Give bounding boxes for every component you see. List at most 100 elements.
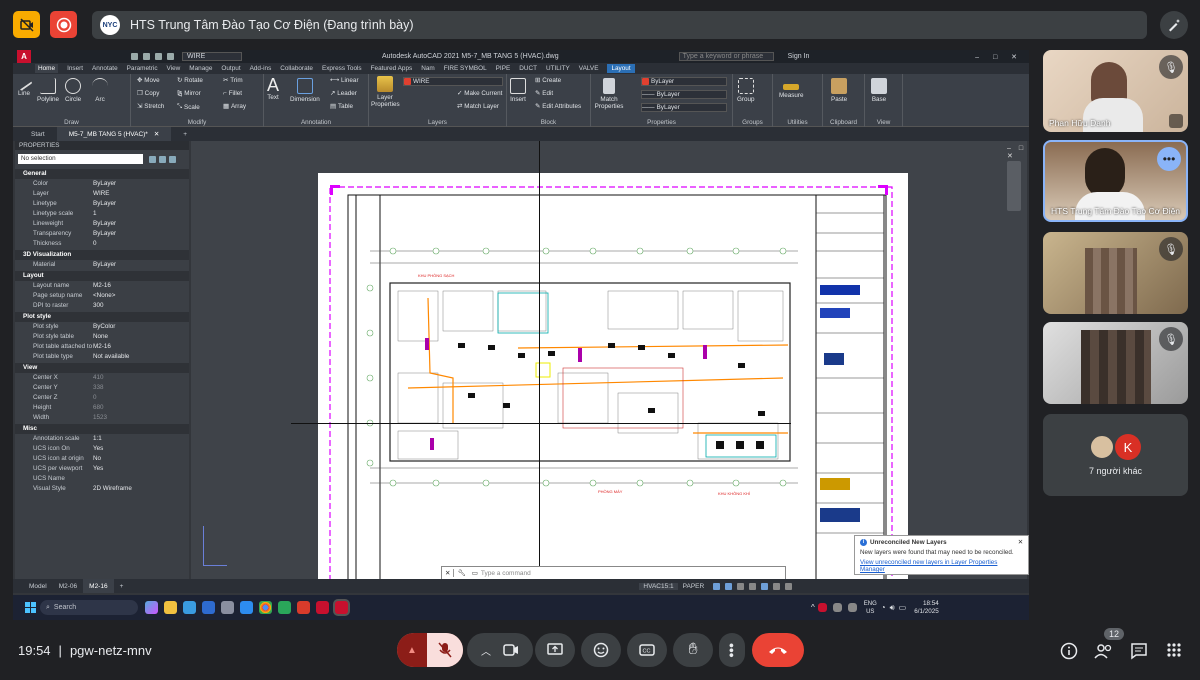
dimension-tool[interactable]: Dimension	[290, 78, 320, 103]
leave-call-button[interactable]	[752, 633, 804, 667]
tab-annotate[interactable]: Annotate	[92, 65, 118, 72]
match-properties-tool[interactable]: Match Properties	[594, 78, 624, 110]
tab-layout[interactable]: Layout	[607, 64, 635, 73]
lineweight-icon[interactable]	[761, 582, 769, 590]
property-row[interactable]: Center X 410	[15, 373, 189, 383]
property-row[interactable]: Plot table type Not available	[15, 352, 189, 362]
participant-tile[interactable]: ••• HTS Trung Tâm Đào Tạo Cơ Điện	[1043, 140, 1188, 222]
tab-express-tools[interactable]: Express Tools	[322, 65, 362, 72]
mirror-tool[interactable]: ⧎ Mirror	[177, 90, 201, 97]
edit-attributes-tool[interactable]: ✎ Edit Attributes	[535, 103, 581, 110]
add-layout-button[interactable]: +	[114, 579, 130, 593]
leader-tool[interactable]: ↗ Leader	[330, 90, 357, 97]
wrench-icon[interactable]: 🔧︎	[454, 569, 468, 577]
insert-tool[interactable]: Insert	[510, 78, 526, 103]
array-tool[interactable]: ▦ Array	[223, 103, 246, 110]
windows-start-icon[interactable]	[25, 602, 36, 613]
sign-in-link[interactable]: Sign In	[788, 53, 810, 60]
chevron-up-icon[interactable]: ︿	[481, 643, 491, 658]
copilot-icon[interactable]	[145, 601, 158, 614]
snap-icon[interactable]	[713, 582, 721, 590]
copy-tool[interactable]: ❐ Copy	[137, 90, 159, 97]
command-input[interactable]: Type a command	[481, 570, 531, 577]
property-row[interactable]: Color ByLayer	[15, 179, 189, 189]
layer-quick-dropdown[interactable]: WIRE	[182, 52, 242, 61]
tab-view[interactable]: View	[167, 65, 181, 72]
show-hidden-icons[interactable]: ^	[811, 603, 815, 612]
language-indicator[interactable]: ENG US	[864, 600, 877, 616]
text-tool[interactable]: A Text	[267, 76, 279, 101]
tab-output[interactable]: Output	[221, 65, 240, 72]
property-row[interactable]: Material ByLayer	[15, 260, 189, 270]
property-row[interactable]: Width 1523	[15, 413, 189, 423]
line-tool[interactable]: Line	[15, 74, 33, 97]
property-row[interactable]: Transparency ByLayer	[15, 229, 189, 239]
close-command-icon[interactable]: ✕	[442, 569, 455, 577]
autocad-logo-icon[interactable]: A	[17, 50, 31, 63]
tab-add-ins[interactable]: Add-ins	[250, 65, 272, 72]
tray-icon[interactable]	[832, 603, 842, 612]
captions-button[interactable]: CC	[627, 633, 667, 667]
annotation-scale[interactable]: HVAC15:1	[639, 582, 678, 590]
layout-tab-m2-06[interactable]: M2-06	[53, 579, 83, 593]
present-button[interactable]	[535, 633, 575, 667]
property-section-header[interactable]: Plot style	[15, 312, 189, 322]
tab-manage[interactable]: Manage	[189, 65, 212, 72]
new-tab-button[interactable]: +	[171, 127, 199, 141]
property-row[interactable]: Linetype scale 1	[15, 209, 189, 219]
drawing-tab[interactable]: M5-7_MB TANG 5 (HVAC)* ✕	[56, 127, 172, 141]
tray-app-icon[interactable]	[817, 603, 827, 612]
tab-pipe[interactable]: PIPE	[496, 65, 511, 72]
file-explorer-icon[interactable]	[164, 601, 177, 614]
make-current-tool[interactable]: ✓ Make Current	[457, 90, 502, 97]
customize-icon[interactable]	[785, 582, 793, 590]
property-row[interactable]: Plot table attached to M2-16	[15, 342, 189, 352]
stretch-tool[interactable]: ⇲ Stretch	[137, 103, 164, 110]
autocad-taskbar-icon[interactable]	[335, 601, 348, 614]
app-icon[interactable]	[221, 601, 234, 614]
workspace-icon[interactable]	[773, 582, 781, 590]
property-row[interactable]: Center Y 338	[15, 383, 189, 393]
annotate-button[interactable]	[1160, 11, 1188, 39]
mic-off-button[interactable]	[427, 633, 463, 667]
select-objects-icon[interactable]	[159, 155, 166, 163]
linetype-dropdown[interactable]: —— ByLayer	[641, 90, 727, 99]
people-button[interactable]: 12	[1094, 628, 1125, 665]
chevron-up-icon[interactable]: ▲	[397, 633, 427, 667]
others-tile[interactable]: K 7 người khác	[1043, 414, 1188, 496]
chrome-icon[interactable]	[259, 601, 272, 614]
tab-nam[interactable]: Nam	[421, 65, 435, 72]
quick-select-icon[interactable]	[169, 155, 176, 163]
participant-tile[interactable]: 🎙︎	[1043, 232, 1188, 314]
polyline-tool[interactable]: Polyline	[37, 78, 59, 103]
circle-tool[interactable]: Circle	[65, 78, 81, 103]
trim-tool[interactable]: ✂ Trim	[223, 77, 243, 84]
viewport-controls[interactable]: – □ ✕	[1007, 145, 1027, 160]
meeting-details-button[interactable]	[1060, 642, 1078, 665]
more-options-button[interactable]: •••	[719, 633, 745, 667]
tab-duct[interactable]: DUCT	[519, 65, 537, 72]
record-button[interactable]	[50, 11, 77, 38]
polar-icon[interactable]	[737, 582, 745, 590]
edit-tool[interactable]: ✎ Edit	[535, 90, 553, 97]
camera-off-button[interactable]	[13, 11, 40, 38]
chat-button[interactable]	[1130, 642, 1148, 665]
tab-home[interactable]: Home	[35, 64, 59, 73]
paste-tool[interactable]: Paste	[831, 78, 847, 103]
close-icon[interactable]: ✕	[154, 130, 159, 138]
outlook-icon[interactable]	[202, 601, 215, 614]
tab-collaborate[interactable]: Collaborate	[280, 65, 313, 72]
property-section-header[interactable]: Misc	[15, 424, 189, 434]
notification-close-icon[interactable]: ✕	[1018, 539, 1023, 546]
tab-insert[interactable]: Insert	[67, 65, 83, 72]
layer-dropdown[interactable]: WIRE	[403, 77, 503, 86]
fillet-tool[interactable]: ⌐ Fillet	[223, 90, 242, 97]
property-row[interactable]: Lineweight ByLayer	[15, 219, 189, 229]
window-controls[interactable]: – □ ✕	[975, 53, 1023, 61]
command-history-icon[interactable]: ▭	[469, 569, 481, 577]
property-row[interactable]: Layer WIRE	[15, 189, 189, 199]
property-row[interactable]: Center Z 0	[15, 393, 189, 403]
navigation-bar[interactable]	[1007, 161, 1021, 211]
create-tool[interactable]: ⊞ Create	[535, 77, 561, 84]
taskbar-search[interactable]: ⌕ Search	[40, 600, 138, 615]
